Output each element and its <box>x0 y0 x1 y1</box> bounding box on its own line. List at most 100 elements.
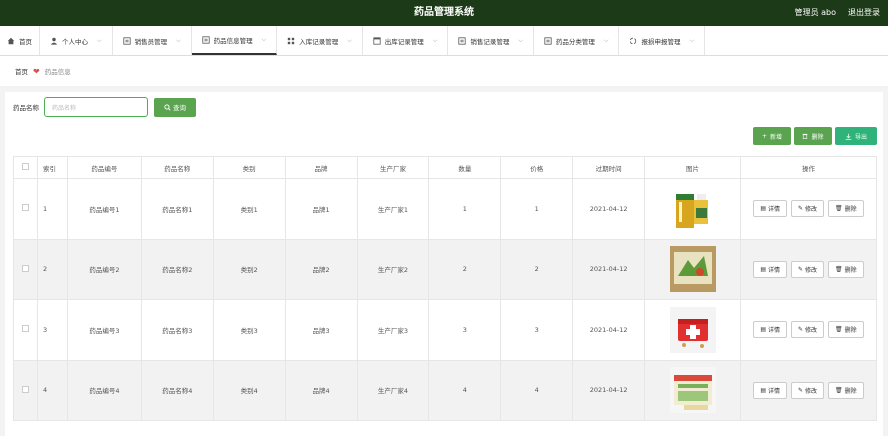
row-checkbox[interactable] <box>21 385 29 393</box>
search-input[interactable]: 药品名称 <box>44 97 148 117</box>
nav-item-sales-records[interactable]: 销售记录管理 ⌵ <box>448 26 534 55</box>
heart-icon: ❤ <box>33 66 40 76</box>
pencil-icon: ✎ <box>798 326 804 334</box>
column-header: 索引 <box>36 156 68 179</box>
nav-item-label: 首页 <box>19 37 32 46</box>
detail-button[interactable]: ▤ 详情 <box>753 260 787 278</box>
row-checkbox[interactable] <box>21 325 29 333</box>
cell-actions: ▤ 详情 ✎ 修改 🗑 删除 <box>740 178 877 240</box>
edit-button[interactable]: ✎ 修改 <box>791 260 825 278</box>
export-button-label: 导出 <box>854 133 867 141</box>
batch-delete-button[interactable]: 删除 <box>794 127 832 145</box>
nav-item-label: 个人中心 <box>62 37 88 46</box>
detail-label: 详情 <box>767 387 780 395</box>
app-title: 药品管理系统 <box>414 7 474 18</box>
detail-label: 详情 <box>767 327 780 335</box>
chevron-down-icon: ⌵ <box>518 36 523 44</box>
cell-image <box>644 359 741 421</box>
chevron-down-icon: ⌵ <box>261 35 267 43</box>
document-icon: ▤ <box>760 386 766 394</box>
cell-qty: 3 <box>428 299 502 361</box>
delete-button[interactable]: 🗑 删除 <box>828 321 864 339</box>
chevron-down-icon: ⌵ <box>432 36 438 44</box>
nav-item-label: 销售记录管理 <box>470 37 510 46</box>
cell-code: 药品编号3 <box>66 299 142 361</box>
cell-category: 类别1 <box>212 178 286 240</box>
table-row: 4 药品编号4 药品名称4 类别4 品牌4 生产厂家4 4 4 2021-04-… <box>13 359 877 421</box>
cell-expire: 2021-04-12 <box>572 359 646 421</box>
edit-label: 修改 <box>805 387 818 395</box>
batch-delete-label: 删除 <box>811 133 824 141</box>
logout-link[interactable]: 退出登录 <box>848 0 880 26</box>
add-button[interactable]: + 新增 <box>753 127 791 145</box>
cell-expire: 2021-04-12 <box>572 238 646 300</box>
column-header: 价格 <box>500 156 574 179</box>
cell-actions: ▤ 详情 ✎ 修改 🗑 删除 <box>740 299 877 361</box>
nav-item-stock-in[interactable]: 入库记录管理 ⌵ <box>277 26 363 55</box>
edit-label: 修改 <box>805 206 818 214</box>
edit-button[interactable]: ✎ 修改 <box>791 381 825 399</box>
cell-category: 类别3 <box>212 299 286 361</box>
drug-image[interactable] <box>669 246 716 293</box>
delete-button[interactable]: 🗑 删除 <box>828 381 864 399</box>
export-button[interactable]: 导出 <box>835 127 877 145</box>
document-icon: ▤ <box>760 265 766 273</box>
delete-label: 删除 <box>844 266 857 274</box>
delete-label: 删除 <box>844 387 857 395</box>
nav-item-stock-out[interactable]: 出库记录管理 ⌵ <box>363 26 449 55</box>
nav-item-home[interactable]: 首页 <box>0 26 40 55</box>
cell-index: 3 <box>36 299 68 361</box>
list-icon <box>458 36 466 45</box>
cell-expire: 2021-04-12 <box>572 178 646 240</box>
download-icon <box>845 133 852 140</box>
search-button[interactable]: 查询 <box>154 97 196 117</box>
edit-button[interactable]: ✎ 修改 <box>791 321 825 339</box>
detail-button[interactable]: ▤ 详情 <box>753 200 787 218</box>
delete-button[interactable]: 🗑 删除 <box>828 200 864 218</box>
cell-category: 类别2 <box>212 238 286 300</box>
detail-button[interactable]: ▤ 详情 <box>753 381 787 399</box>
breadcrumb-home[interactable]: 首页 <box>15 66 28 76</box>
cell-brand: 品牌4 <box>284 359 358 421</box>
nav-item-drug-category[interactable]: 药品分类管理 ⌵ <box>534 26 620 55</box>
pencil-icon: ✎ <box>798 386 804 394</box>
cell-price: 4 <box>500 359 574 421</box>
row-checkbox[interactable] <box>21 264 29 272</box>
pencil-icon: ✎ <box>798 205 804 213</box>
current-user: 管理员 abo <box>794 8 836 17</box>
cell-category: 类别4 <box>212 359 286 421</box>
action-bar: + 新增 删除 导出 <box>753 127 877 145</box>
cell-qty: 4 <box>428 359 502 421</box>
drug-image[interactable] <box>669 367 716 414</box>
cell-actions: ▤ 详情 ✎ 修改 🗑 删除 <box>740 359 877 421</box>
cell-qty: 1 <box>428 178 502 240</box>
list-icon <box>544 36 552 45</box>
select-all-checkbox[interactable] <box>21 163 29 170</box>
content-panel: 药品名称 药品名称 查询 + 新增 删除 导出 索引 药品编号 药品名称 类别 … <box>5 92 883 436</box>
drug-image[interactable] <box>669 306 716 353</box>
breadcrumb-current: 药品信息 <box>44 68 71 76</box>
column-header: 过期时间 <box>572 156 646 179</box>
chevron-down-icon: ⌵ <box>603 36 609 44</box>
chevron-down-icon: ⌵ <box>97 36 102 44</box>
nav-item-loss-report[interactable]: 报损申报管理 ⌵ <box>619 26 705 55</box>
drug-image[interactable] <box>670 186 716 232</box>
edit-button[interactable]: ✎ 修改 <box>791 200 825 218</box>
row-select-cell <box>13 359 38 421</box>
spinner-icon <box>630 37 637 44</box>
cell-name: 药品名称2 <box>140 238 214 300</box>
cell-image <box>644 299 741 361</box>
nav-item-personal[interactable]: 个人中心 ⌵ <box>40 26 113 55</box>
detail-button[interactable]: ▤ 详情 <box>753 321 787 339</box>
delete-button[interactable]: 🗑 删除 <box>828 260 864 278</box>
column-header: 药品名称 <box>140 156 214 179</box>
cell-expire: 2021-04-12 <box>572 299 646 361</box>
nav-item-sales-staff[interactable]: 销售员管理 ⌵ <box>113 26 192 55</box>
nav-item-drug-info[interactable]: 药品信息管理 ⌵ <box>191 26 278 55</box>
cell-actions: ▤ 详情 ✎ 修改 🗑 删除 <box>740 238 877 300</box>
row-checkbox[interactable] <box>21 204 29 212</box>
cell-index: 2 <box>36 238 68 300</box>
cell-image <box>644 178 741 240</box>
document-icon: ▤ <box>760 205 766 213</box>
add-button-label: 新增 <box>770 133 783 141</box>
